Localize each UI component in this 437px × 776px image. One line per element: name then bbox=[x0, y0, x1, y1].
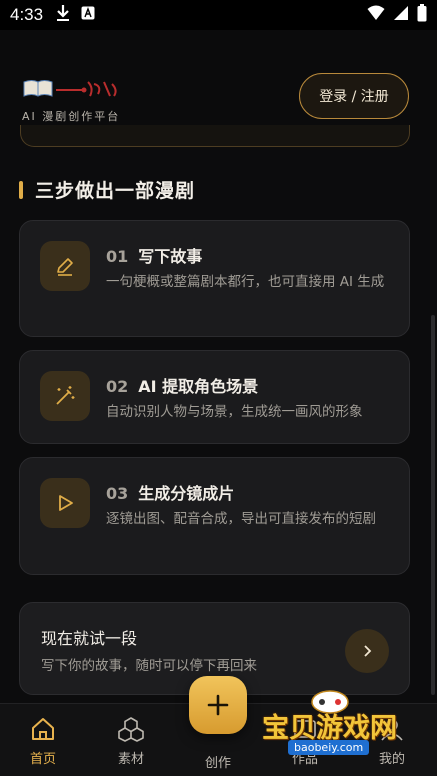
section-title: 三步做出一部漫剧 bbox=[35, 180, 196, 202]
step-heading: 01 写下故事 bbox=[106, 243, 202, 267]
watermark: 宝贝游戏网 baobeiy.com bbox=[262, 686, 437, 776]
partial-card bbox=[20, 125, 410, 147]
try-subtitle: 写下你的故事，随时可以停下再回来 bbox=[41, 658, 257, 674]
nav-materials-label: 素材 bbox=[117, 752, 144, 767]
play-icon bbox=[40, 478, 90, 528]
nav-home[interactable]: 首页 bbox=[13, 716, 73, 767]
step-card-ai-extract[interactable]: 02 AI 提取角色场景 自动识别人物与场景，生成统一画风的形象 bbox=[19, 350, 410, 444]
pencil-icon bbox=[40, 241, 90, 291]
step-description: 逐镜出图、配音合成，导出可直接发布的短剧 bbox=[106, 511, 376, 527]
download-icon bbox=[55, 4, 71, 27]
step-card-write-story[interactable]: 01 写下故事 一句梗概或整篇剧本都行，也可直接用 AI 生成 bbox=[19, 220, 410, 337]
magic-wand-icon bbox=[40, 371, 90, 421]
step-number: 03 bbox=[106, 484, 129, 503]
nav-materials[interactable]: 素材 bbox=[101, 716, 161, 767]
try-title: 现在就试一段 bbox=[41, 629, 138, 648]
watermark-url: baobeiy.com bbox=[288, 740, 370, 755]
home-icon bbox=[32, 718, 54, 740]
step-heading: 02 AI 提取角色场景 bbox=[106, 373, 258, 397]
step-title: 写下故事 bbox=[138, 247, 203, 266]
wifi-icon bbox=[367, 5, 385, 26]
scrollbar[interactable] bbox=[431, 315, 435, 695]
status-time: 4:33 bbox=[10, 5, 44, 24]
try-now-button[interactable] bbox=[345, 629, 389, 673]
status-bar: 4:33 bbox=[0, 0, 437, 30]
section-heading: 三步做出一部漫剧 bbox=[19, 176, 195, 203]
signal-icon bbox=[393, 5, 409, 26]
step-title: AI 提取角色场景 bbox=[138, 377, 259, 396]
step-heading: 03 生成分镜成片 bbox=[106, 480, 234, 504]
font-icon bbox=[81, 5, 95, 25]
cubes-icon bbox=[118, 717, 144, 742]
create-fab-button[interactable] bbox=[189, 676, 247, 734]
logo-subtitle: AI 漫剧创作平台 bbox=[22, 110, 121, 123]
section-accent-bar bbox=[19, 180, 23, 199]
step-title: 生成分镜成片 bbox=[138, 484, 235, 503]
step-description: 自动识别人物与场景，生成统一画风的形象 bbox=[106, 404, 363, 420]
app-logo[interactable]: AI 漫剧创作平台 bbox=[22, 78, 142, 124]
battery-icon bbox=[417, 3, 427, 27]
nav-home-label: 首页 bbox=[29, 752, 56, 767]
login-register-button[interactable]: 登录 / 注册 bbox=[299, 73, 409, 119]
nav-create-label: 创作 bbox=[204, 756, 231, 771]
chevron-right-icon bbox=[364, 645, 372, 657]
step-card-generate-film[interactable]: 03 生成分镜成片 逐镜出图、配音合成，导出可直接发布的短剧 bbox=[19, 457, 410, 575]
plus-icon bbox=[207, 694, 229, 716]
step-number: 02 bbox=[106, 377, 129, 396]
step-description: 一句梗概或整篇剧本都行，也可直接用 AI 生成 bbox=[106, 274, 385, 290]
app-header: AI 漫剧创作平台 登录 / 注册 bbox=[0, 30, 437, 140]
step-number: 01 bbox=[106, 247, 129, 266]
book-logo-icon bbox=[23, 80, 117, 97]
